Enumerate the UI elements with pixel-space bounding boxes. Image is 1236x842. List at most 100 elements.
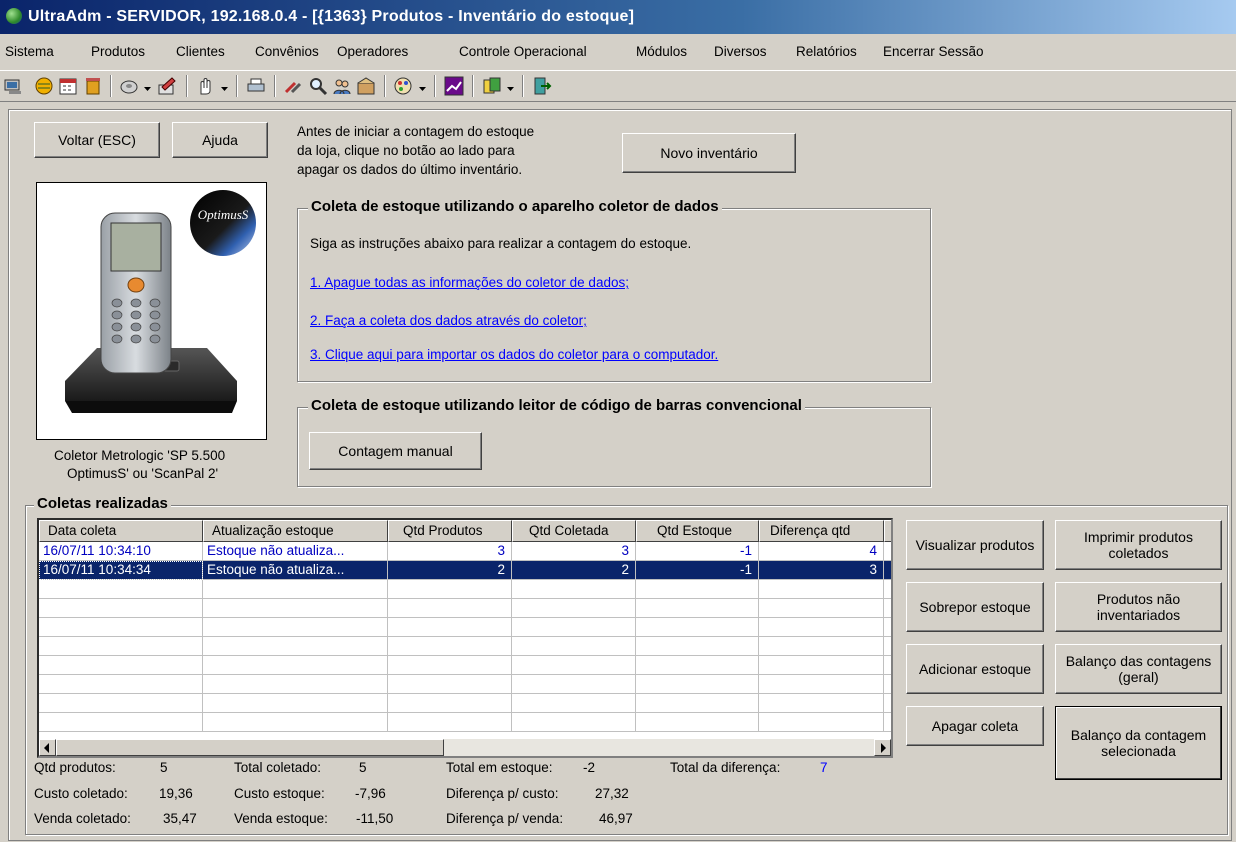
title-bar[interactable]: UltraAdm - SERVIDOR, 192.168.0.4 - [{136…	[0, 0, 1236, 34]
table-row-empty	[39, 656, 891, 675]
toolbar-separator	[186, 75, 188, 97]
menu-convenios[interactable]: Convênios	[255, 44, 319, 59]
menu-controle-operacional[interactable]: Controle Operacional	[459, 44, 587, 59]
help-button[interactable]: Ajuda	[172, 122, 268, 158]
new-inventory-button[interactable]: Novo inventário	[622, 133, 796, 173]
diferenca-venda-label: Diferença p/ venda:	[446, 811, 564, 826]
barcode-group-title: Coleta de estoque utilizando leitor de c…	[308, 397, 805, 414]
step-3-link[interactable]: 3. Clique aqui para importar os dados do…	[310, 347, 718, 362]
search-icon[interactable]	[307, 75, 329, 97]
qtd-produtos-label: Qtd produtos:	[34, 760, 116, 775]
diferenca-custo-label: Diferença p/ custo:	[446, 786, 559, 801]
table-row-selected[interactable]: 16/07/11 10:34:34 Estoque não atualiza..…	[39, 561, 891, 580]
tools-icon[interactable]	[282, 75, 304, 97]
table-row-empty	[39, 580, 891, 599]
scroll-left-button[interactable]	[39, 739, 56, 756]
apagar-coleta-button[interactable]: Apagar coleta	[906, 706, 1044, 746]
users-icon[interactable]	[331, 75, 353, 97]
cell-extra	[884, 561, 891, 580]
toolbar-separator	[384, 75, 386, 97]
step-2-link[interactable]: 2. Faça a coleta dos dados através do co…	[310, 313, 587, 328]
column-header-atualizacao[interactable]: Atualização estoque	[203, 520, 388, 542]
visualizar-produtos-button[interactable]: Visualizar produtos	[906, 520, 1044, 570]
total-diferenca-label: Total da diferença:	[670, 760, 781, 775]
cell-extra	[884, 542, 891, 561]
balanco-geral-button[interactable]: Balanço das contagens (geral)	[1055, 644, 1222, 694]
column-header-qtd-estoque[interactable]: Qtd Estoque	[636, 520, 759, 542]
toolbar	[0, 70, 1236, 102]
collector-group-title: Coleta de estoque utilizando o aparelho …	[308, 198, 722, 215]
column-header-qtd-coletada[interactable]: Qtd Coletada	[512, 520, 636, 542]
instructions-line-1: Antes de iniciar a contagem do estoque	[297, 124, 535, 139]
instructions-line-2: da loja, clique no botão ao lado para	[297, 143, 515, 158]
sobrepor-estoque-button[interactable]: Sobrepor estoque	[906, 582, 1044, 632]
adicionar-estoque-button[interactable]: Adicionar estoque	[906, 644, 1044, 694]
column-header-extra[interactable]	[884, 520, 891, 542]
cell-qtd-estoque: -1	[636, 542, 759, 561]
venda-estoque-value: -11,50	[356, 811, 394, 826]
chevron-down-icon[interactable]	[143, 81, 152, 91]
table-row-empty	[39, 713, 891, 732]
back-button[interactable]: Voltar (ESC)	[34, 122, 160, 158]
table-row[interactable]: 16/07/11 10:34:10 Estoque não atualiza..…	[39, 542, 891, 561]
toolbar-separator	[522, 75, 524, 97]
cell-qtd-coletada: 3	[512, 542, 636, 561]
menu-produtos[interactable]: Produtos	[91, 44, 145, 59]
box-icon[interactable]	[355, 75, 377, 97]
column-header-diferenca-qtd[interactable]: Diferença qtd	[759, 520, 884, 542]
chevron-down-icon[interactable]	[418, 81, 427, 91]
table-row-empty	[39, 618, 891, 637]
cell-diferenca: 4	[759, 542, 884, 561]
collector-intro: Siga as instruções abaixo para realizar …	[310, 236, 692, 251]
menu-relatorios[interactable]: Relatórios	[796, 44, 857, 59]
menu-encerrar-sessao[interactable]: Encerrar Sessão	[883, 44, 984, 59]
horizontal-scrollbar[interactable]	[39, 739, 891, 756]
menu-diversos[interactable]: Diversos	[714, 44, 767, 59]
diferenca-venda-value: 46,97	[599, 811, 633, 826]
menu-sistema[interactable]: Sistema	[5, 44, 54, 59]
custo-estoque-value: -7,96	[355, 786, 386, 801]
menu-modulos[interactable]: Módulos	[636, 44, 687, 59]
chart-icon[interactable]	[443, 75, 465, 97]
toolbar-separator	[110, 75, 112, 97]
disk-icon[interactable]	[118, 75, 140, 97]
brand-logo: OptimusS	[197, 207, 249, 222]
device-caption-line-2: OptimusS' ou 'ScanPal 2'	[67, 466, 219, 481]
scroll-right-button[interactable]	[874, 739, 891, 756]
cell-update: Estoque não atualiza...	[203, 542, 388, 561]
total-diferenca-value: 7	[820, 760, 828, 775]
imprimir-produtos-button[interactable]: Imprimir produtos coletados	[1055, 520, 1222, 570]
cell-update: Estoque não atualiza...	[203, 561, 388, 580]
column-header-data-coleta[interactable]: Data coleta	[39, 520, 203, 542]
menu-operadores[interactable]: Operadores	[337, 44, 408, 59]
cards-icon[interactable]	[481, 75, 503, 97]
palette-icon[interactable]	[392, 75, 414, 97]
toolbar-separator	[434, 75, 436, 97]
manual-count-button[interactable]: Contagem manual	[309, 432, 482, 470]
edit-icon[interactable]	[156, 75, 178, 97]
scroll-thumb[interactable]	[56, 739, 444, 756]
total-coletado-label: Total coletado:	[234, 760, 322, 775]
total-coletado-value: 5	[359, 760, 367, 775]
trash-icon[interactable]	[82, 75, 104, 97]
window-title: UltraAdm - SERVIDOR, 192.168.0.4 - [{136…	[28, 8, 635, 25]
menu-clientes[interactable]: Clientes	[176, 44, 225, 59]
globe-icon[interactable]	[33, 75, 55, 97]
device-caption-line-1: Coletor Metrologic 'SP 5.500	[54, 448, 226, 463]
chevron-down-icon[interactable]	[506, 81, 515, 91]
hand-icon[interactable]	[194, 75, 216, 97]
computer-icon[interactable]	[3, 75, 25, 97]
table-row-empty	[39, 675, 891, 694]
produtos-nao-inventariados-button[interactable]: Produtos não inventariados	[1055, 582, 1222, 632]
diferenca-custo-value: 27,32	[595, 786, 629, 801]
calendar-icon[interactable]	[57, 75, 79, 97]
step-1-link[interactable]: 1. Apague todas as informações do coleto…	[310, 275, 629, 290]
exit-icon[interactable]	[531, 75, 553, 97]
collections-table[interactable]: Data coleta Atualização estoque Qtd Prod…	[37, 518, 893, 758]
custo-coletado-label: Custo coletado:	[34, 786, 128, 801]
column-header-qtd-produtos[interactable]: Qtd Produtos	[388, 520, 512, 542]
chevron-down-icon[interactable]	[220, 81, 229, 91]
printer-icon[interactable]	[245, 75, 267, 97]
balanco-selecionada-button[interactable]: Balanço da contagem selecionada	[1055, 706, 1222, 780]
custo-estoque-label: Custo estoque:	[234, 786, 325, 801]
